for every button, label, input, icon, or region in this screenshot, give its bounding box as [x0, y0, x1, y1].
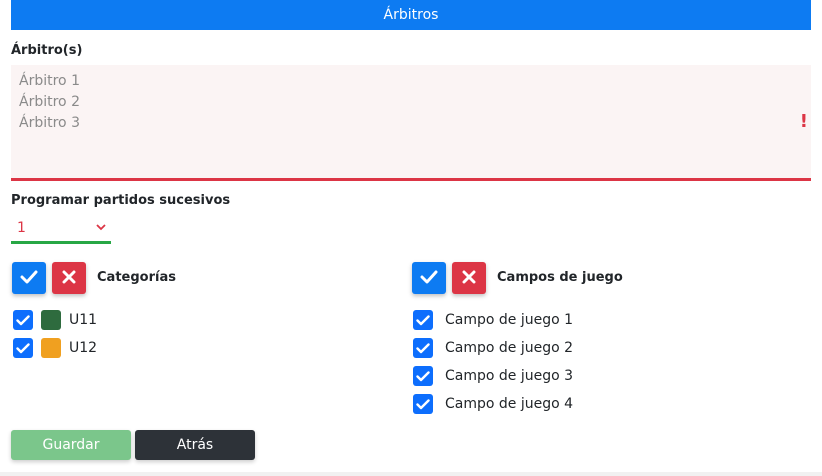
field-2-checkbox[interactable]	[413, 338, 433, 358]
schedule-select[interactable]: 1	[11, 215, 111, 244]
referee-line-1: Árbitro 1	[19, 73, 80, 89]
referees-textarea[interactable]: Árbitro 1 Árbitro 2 Árbitro 3 !	[11, 65, 811, 181]
categories-title: Categorías	[97, 270, 176, 285]
select-all-categories-button[interactable]	[12, 262, 46, 294]
warning-icon: !	[799, 111, 808, 132]
category-u12-label: U12	[69, 340, 98, 356]
field-3-label: Campo de juego 3	[445, 368, 574, 384]
category-u11-label: U11	[69, 312, 98, 328]
save-button[interactable]: Guardar	[11, 430, 131, 460]
referee-line-2: Árbitro 2	[19, 94, 80, 110]
referee-line-3: Árbitro 3	[19, 115, 80, 131]
schedule-label: Programar partidos sucesivos	[11, 193, 231, 208]
field-3-checkbox[interactable]	[413, 366, 433, 386]
header-title: Árbitros	[383, 7, 439, 23]
deselect-all-fields-button[interactable]	[452, 262, 486, 294]
check-icon	[420, 269, 438, 288]
field-1-checkbox[interactable]	[413, 310, 433, 330]
back-button[interactable]: Atrás	[135, 430, 255, 460]
field-2-label: Campo de juego 2	[445, 340, 574, 356]
bottom-divider	[0, 472, 822, 476]
schedule-value: 1	[17, 220, 26, 236]
close-icon	[62, 269, 76, 288]
field-4-label: Campo de juego 4	[445, 396, 574, 412]
category-u11-checkbox[interactable]	[13, 310, 33, 330]
category-u12-color-swatch	[41, 338, 61, 358]
field-4-checkbox[interactable]	[413, 394, 433, 414]
deselect-all-categories-button[interactable]	[52, 262, 86, 294]
check-icon	[20, 269, 38, 288]
referees-label: Árbitro(s)	[11, 43, 83, 58]
field-1-label: Campo de juego 1	[445, 312, 574, 328]
fields-title: Campos de juego	[497, 270, 623, 285]
category-u11-color-swatch	[41, 310, 61, 330]
close-icon	[462, 269, 476, 288]
page-header: Árbitros	[11, 0, 811, 30]
chevron-down-icon	[96, 221, 106, 234]
select-all-fields-button[interactable]	[412, 262, 446, 294]
category-u12-checkbox[interactable]	[13, 338, 33, 358]
